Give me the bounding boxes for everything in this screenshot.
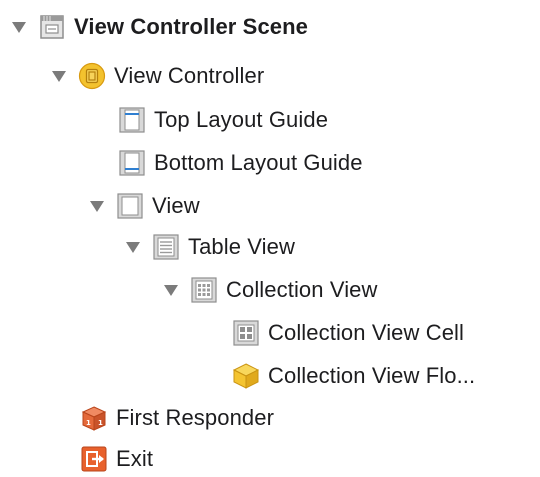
- bottom-layout-guide-label: Bottom Layout Guide: [154, 150, 363, 175]
- collection-view-cell-icon: [232, 319, 260, 347]
- collection-view-flow-layout-label: Collection View Flo...: [268, 363, 476, 388]
- flow-layout-cube-icon: [232, 362, 260, 390]
- table-view-label: Table View: [188, 234, 295, 259]
- svg-text:1: 1: [86, 419, 91, 427]
- disclosure-triangle-expanded-icon[interactable]: [88, 197, 106, 215]
- outline-row-view[interactable]: View: [88, 188, 200, 224]
- view-controller-label: View Controller: [114, 63, 265, 88]
- outline-row-exit[interactable]: Exit: [80, 441, 153, 477]
- outline-row-table-view[interactable]: Table View: [124, 229, 295, 265]
- outline-row-top-layout-guide[interactable]: Top Layout Guide: [118, 102, 328, 138]
- exit-label: Exit: [116, 446, 154, 471]
- scene-label: View Controller Scene: [74, 14, 308, 39]
- outline-row-scene[interactable]: View Controller Scene: [10, 9, 308, 45]
- outline-row-collection-view[interactable]: Collection View: [162, 272, 378, 308]
- svg-text:1: 1: [98, 419, 103, 427]
- outline-row-collection-view-flow-layout[interactable]: Collection View Flo...: [232, 358, 475, 394]
- top-layout-guide-icon: [118, 106, 146, 134]
- outline-row-collection-view-cell[interactable]: Collection View Cell: [232, 315, 464, 351]
- outline-row-view-controller[interactable]: View Controller: [50, 58, 264, 94]
- disclosure-triangle-expanded-icon[interactable]: [10, 18, 28, 36]
- first-responder-icon: 1 1: [80, 404, 108, 432]
- collection-view-cell-label: Collection View Cell: [268, 320, 465, 345]
- outline-row-bottom-layout-guide[interactable]: Bottom Layout Guide: [118, 145, 363, 181]
- top-layout-guide-label: Top Layout Guide: [154, 107, 329, 132]
- view-icon: [116, 192, 144, 220]
- disclosure-triangle-expanded-icon[interactable]: [124, 238, 142, 256]
- disclosure-triangle-expanded-icon[interactable]: [162, 281, 180, 299]
- view-controller-icon: [78, 62, 106, 90]
- collection-view-icon: [190, 276, 218, 304]
- table-view-icon: [152, 233, 180, 261]
- document-outline: View Controller Scene View Controller To…: [0, 0, 540, 474]
- exit-icon: [80, 445, 108, 473]
- view-label: View: [152, 193, 200, 218]
- first-responder-label: First Responder: [116, 405, 275, 430]
- scene-icon: [38, 13, 66, 41]
- outline-row-first-responder[interactable]: 1 1 First Responder: [80, 400, 274, 436]
- collection-view-label: Collection View: [226, 277, 378, 302]
- disclosure-triangle-expanded-icon[interactable]: [50, 67, 68, 85]
- bottom-layout-guide-icon: [118, 149, 146, 177]
